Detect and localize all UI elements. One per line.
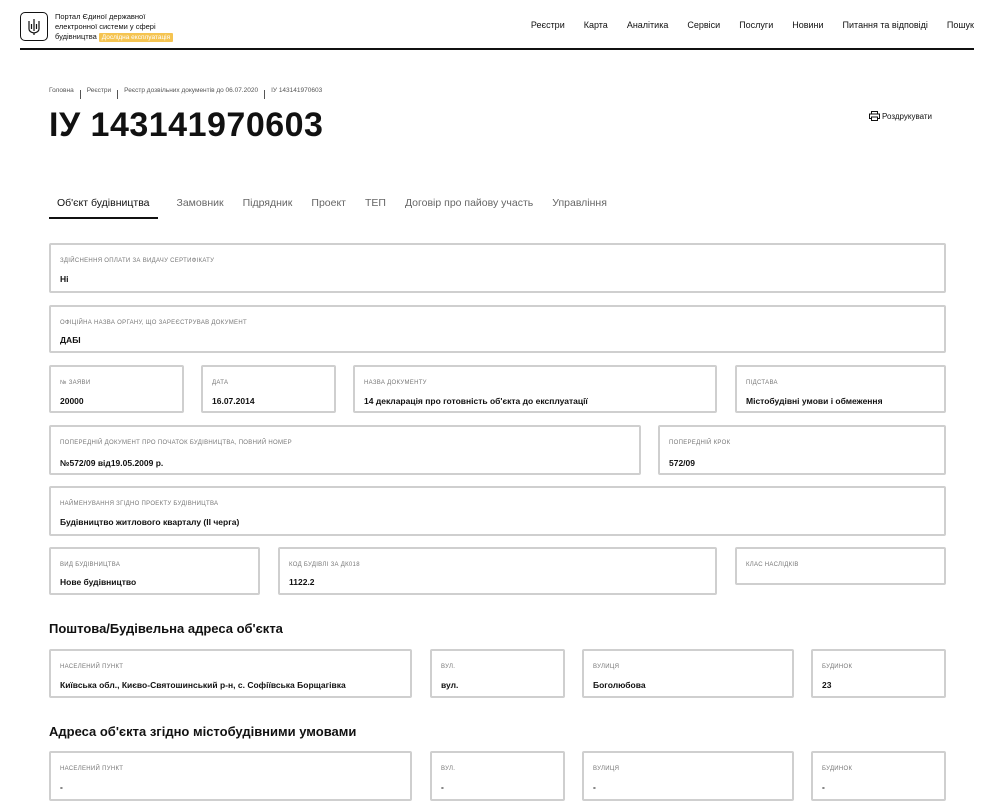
field-value: Нове будівництво (60, 577, 137, 587)
field-label: Код будівлі за ДК018 (289, 562, 360, 568)
urban-building-field: Будинок - (811, 751, 946, 801)
print-label: Роздрукувати (882, 111, 933, 121)
field-value: - (60, 782, 63, 792)
breadcrumb: Головна Реєстри Реєстр дозвільних докуме… (49, 87, 322, 99)
page-title: ІУ 143141970603 (49, 106, 324, 144)
tab-object[interactable]: Об'єкт будівництва (49, 197, 158, 219)
field-label: Найменування згідно проекту будівництва (60, 501, 219, 507)
field-value: ДАБІ (60, 335, 81, 345)
application-number-field: № заяви 20000 (49, 365, 184, 413)
breadcrumb-home[interactable]: Головна (49, 87, 74, 94)
document-name-field: Назва документу 14 декларація про готовн… (353, 365, 717, 413)
nav-news[interactable]: Новини (792, 20, 823, 30)
field-label: Вул. (441, 766, 456, 772)
breadcrumb-current: ІУ 143141970603 (271, 87, 323, 94)
print-button[interactable]: Роздрукувати (869, 111, 932, 121)
field-value: 16.07.2014 (212, 396, 255, 406)
breadcrumb-separator (117, 90, 119, 99)
payment-field: Здійснення оплати за видачу сертифікату … (49, 243, 946, 293)
field-value: 1122.2 (289, 577, 315, 587)
field-label: № заяви (60, 380, 91, 386)
field-label: Населений пункт (60, 664, 124, 670)
field-value: 572/09 (669, 458, 695, 468)
breadcrumb-separator (79, 90, 81, 99)
postal-street-type-field: Вул. вул. (430, 649, 565, 698)
basis-field: Підстава Містобудівні умови і обмеження (735, 365, 946, 413)
field-value: Будівництво житлового кварталу (ІІ черга… (60, 517, 240, 527)
main-nav: Реєстри Карта Аналітика Сервіси Послуги … (512, 20, 974, 30)
trident-icon (28, 18, 40, 35)
breadcrumb-registries[interactable]: Реєстри (87, 87, 111, 94)
previous-document-field: Попередній документ про початок будівниц… (49, 425, 641, 475)
breadcrumb-registry[interactable]: Реєстр дозвільних документів до 06.07.20… (124, 87, 258, 94)
field-value: №572/09 від19.05.2009 р. (60, 458, 164, 468)
construction-type-field: Вид будівництва Нове будівництво (49, 547, 260, 595)
beta-badge: Дослідна експлуатація (98, 33, 174, 42)
field-label: Вид будівництва (60, 562, 121, 568)
field-value: - (593, 782, 596, 792)
field-label: Клас наслідків (746, 562, 799, 568)
field-value: 14 декларація про готовність об'єкта до … (364, 396, 588, 406)
field-label: Будинок (822, 664, 853, 670)
urban-street-type-field: Вул. - (430, 751, 565, 801)
field-label: Підстава (746, 380, 778, 386)
field-label: Населений пункт (60, 766, 124, 772)
field-value: 20000 (60, 396, 84, 406)
field-value: 23 (822, 680, 832, 690)
nav-map[interactable]: Карта (584, 20, 608, 30)
field-label: Дата (212, 380, 229, 386)
nav-analytics[interactable]: Аналітика (627, 20, 669, 30)
urban-settlement-field: Населений пункт - (49, 751, 412, 801)
tab-management[interactable]: Управління (552, 197, 607, 219)
postal-street-field: Вулиця Боголюбова (582, 649, 794, 698)
field-value: вул. (441, 680, 459, 690)
project-name-field: Найменування згідно проекту будівництва … (49, 486, 946, 536)
nav-offerings[interactable]: Послуги (739, 20, 773, 30)
portal-title[interactable]: Портал Єдиної державної електронної сист… (55, 12, 215, 42)
field-label: Попередній крок (669, 440, 731, 446)
field-value: Київська обл., Києво-Святошинський р-н, … (60, 680, 346, 690)
nav-registries[interactable]: Реєстри (531, 20, 565, 30)
dk018-code-field: Код будівлі за ДК018 1122.2 (278, 547, 717, 595)
printer-icon (869, 111, 880, 121)
consequence-class-field: Клас наслідків (735, 547, 946, 585)
trident-logo-icon[interactable] (20, 12, 48, 41)
field-label: Офіційна назва органу, що зареєстрував д… (60, 320, 247, 326)
postal-address-title: Поштова/Будівельна адреса об'єкта (49, 621, 283, 636)
previous-step-field: Попередній крок 572/09 (658, 425, 946, 475)
field-label: Вулиця (593, 766, 620, 772)
field-label: Будинок (822, 766, 853, 772)
field-value: - (822, 782, 825, 792)
field-label: Вулиця (593, 664, 620, 670)
tab-customer[interactable]: Замовник (177, 197, 224, 219)
urban-address-title: Адреса об'єкта згідно містобудівними умо… (49, 724, 357, 739)
portal-title-line1: Портал Єдиної державної (55, 12, 146, 21)
nav-search[interactable]: Пошук (947, 20, 974, 30)
tab-contractor[interactable]: Підрядник (243, 197, 293, 219)
tab-tep[interactable]: ТЕП (365, 197, 386, 219)
postal-settlement-field: Населений пункт Київська обл., Києво-Свя… (49, 649, 412, 698)
field-label: Вул. (441, 664, 456, 670)
nav-faq[interactable]: Питання та відповіді (843, 20, 928, 30)
field-label: Назва документу (364, 380, 427, 386)
breadcrumb-separator (264, 90, 266, 99)
authority-field: Офіційна назва органу, що зареєстрував д… (49, 305, 946, 353)
field-value: Боголюбова (593, 680, 646, 690)
portal-title-line2: електронної системи у сфері (55, 22, 156, 31)
field-label: Здійснення оплати за видачу сертифікату (60, 258, 215, 264)
site-header: Портал Єдиної державної електронної сист… (20, 0, 974, 50)
postal-building-field: Будинок 23 (811, 649, 946, 698)
field-value: Містобудівні умови і обмеження (746, 396, 883, 406)
tab-project[interactable]: Проект (311, 197, 346, 219)
field-value: Ні (60, 274, 69, 284)
portal-title-line3: будівництва (55, 32, 97, 41)
date-field: Дата 16.07.2014 (201, 365, 336, 413)
urban-street-field: Вулиця - (582, 751, 794, 801)
tab-share-agreement[interactable]: Договір про пайову участь (405, 197, 533, 219)
field-label: Попередній документ про початок будівниц… (60, 440, 292, 446)
field-value: - (441, 782, 444, 792)
tabs: Об'єкт будівництва Замовник Підрядник Пр… (49, 197, 626, 219)
nav-services[interactable]: Сервіси (687, 20, 720, 30)
